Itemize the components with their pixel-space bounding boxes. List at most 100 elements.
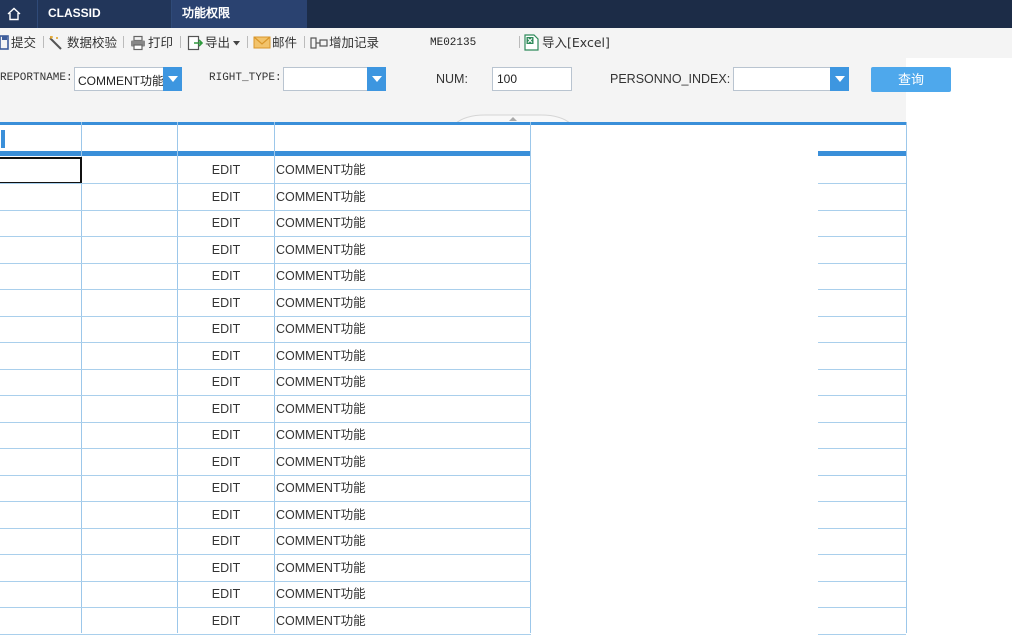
table-row[interactable]: EDIT COMMENT功能	[0, 528, 906, 555]
cell-right-type[interactable]: EDIT	[178, 210, 274, 236]
mail-icon	[253, 36, 271, 49]
reportname-dropdown-button[interactable]	[163, 67, 182, 91]
cell-right-type[interactable]: EDIT	[178, 184, 274, 210]
tab-function-permission[interactable]: 功能权限	[172, 0, 307, 28]
toolbar-divider	[247, 36, 248, 48]
cell-right-type[interactable]: EDIT	[178, 316, 274, 342]
cell-right-type[interactable]: EDIT	[178, 449, 274, 475]
cell-right-type[interactable]: EDIT	[178, 396, 274, 422]
data-grid: EDIT COMMENT功能 EDIT COMMENT功能 EDIT COMMENT功能 E…	[0, 122, 907, 635]
cell-right-type[interactable]: EDIT	[178, 555, 274, 581]
reportname-select[interactable]: COMMENT功能	[74, 67, 164, 91]
cell-right-type[interactable]: EDIT	[178, 237, 274, 263]
table-row[interactable]: EDIT COMMENT功能	[0, 449, 906, 476]
cell-reportname[interactable]: COMMENT功能	[276, 528, 526, 554]
num-label: NUM:	[436, 72, 468, 86]
cell-reportname[interactable]: COMMENT功能	[276, 475, 526, 501]
cell-right-type[interactable]: EDIT	[178, 422, 274, 448]
right-type-select[interactable]	[283, 67, 369, 91]
cell-right-type[interactable]: EDIT	[178, 475, 274, 501]
import-excel-label: 导入[Excel]	[542, 35, 610, 50]
table-row[interactable]: EDIT COMMENT功能	[0, 396, 906, 423]
cell-right-type[interactable]: EDIT	[178, 528, 274, 554]
personno-index-select[interactable]	[733, 67, 831, 91]
table-row[interactable]: EDIT COMMENT功能	[0, 343, 906, 370]
add-record-button[interactable]: 增加记录	[310, 28, 380, 58]
toolbar-divider	[304, 36, 305, 48]
column-divider	[906, 122, 907, 633]
cell-reportname[interactable]: COMMENT功能	[276, 210, 526, 236]
cell-reportname[interactable]: COMMENT功能	[276, 502, 526, 528]
mail-label: 邮件	[272, 35, 298, 50]
cell-reportname[interactable]: COMMENT功能	[276, 316, 526, 342]
home-icon	[7, 7, 21, 21]
table-row[interactable]: EDIT COMMENT功能	[0, 290, 906, 317]
table-row[interactable]: EDIT COMMENT功能	[0, 475, 906, 502]
printer-icon	[131, 35, 145, 51]
export-button[interactable]: 导出	[187, 28, 243, 58]
cell-reportname[interactable]: COMMENT功能	[276, 184, 526, 210]
cell-reportname[interactable]: COMMENT功能	[276, 581, 526, 607]
import-excel-button[interactable]: 导入[Excel]	[524, 28, 610, 58]
header-cell-cursor	[1, 130, 5, 148]
table-row[interactable]: EDIT COMMENT功能	[0, 608, 906, 635]
toolbar-divider	[123, 36, 124, 48]
cell-reportname[interactable]: COMMENT功能	[276, 237, 526, 263]
validate-label: 数据校验	[67, 35, 118, 50]
cell-right-type[interactable]: EDIT	[178, 263, 274, 289]
num-value: 100	[497, 72, 518, 86]
tab-classid[interactable]: CLASSID	[38, 0, 172, 28]
table-row[interactable]: EDIT COMMENT功能	[0, 237, 906, 264]
tab-home[interactable]	[0, 0, 38, 28]
cell-right-type[interactable]: EDIT	[178, 157, 274, 183]
table-row[interactable]: EDIT COMMENT功能	[0, 316, 906, 343]
grid-header	[0, 125, 906, 151]
reportname-value: COMMENT功能	[78, 74, 164, 88]
cell-reportname[interactable]: COMMENT功能	[276, 396, 526, 422]
submit-button[interactable]: 提交	[0, 28, 40, 58]
table-row[interactable]: EDIT COMMENT功能	[0, 502, 906, 529]
add-record-label: 增加记录	[329, 35, 380, 50]
export-label: 导出	[205, 35, 231, 50]
validate-button[interactable]: 数据校验	[48, 28, 118, 58]
toolbar-divider	[43, 36, 44, 48]
cell-reportname[interactable]: COMMENT功能	[276, 343, 526, 369]
chevron-down-icon	[233, 41, 240, 46]
wand-icon	[49, 36, 62, 50]
table-row[interactable]: EDIT COMMENT功能	[0, 581, 906, 608]
print-button[interactable]: 打印	[130, 28, 174, 58]
table-row[interactable]: EDIT COMMENT功能	[0, 555, 906, 582]
num-input[interactable]: 100	[492, 67, 572, 91]
cell-right-type[interactable]: EDIT	[178, 369, 274, 395]
cell-reportname[interactable]: COMMENT功能	[276, 422, 526, 448]
cell-reportname[interactable]: COMMENT功能	[276, 369, 526, 395]
personno-index-dropdown-button[interactable]	[830, 67, 849, 91]
table-row[interactable]: EDIT COMMENT功能	[0, 157, 906, 184]
cell-right-type[interactable]: EDIT	[178, 581, 274, 607]
submit-label: 提交	[11, 35, 37, 50]
table-row[interactable]: EDIT COMMENT功能	[0, 184, 906, 211]
export-icon	[187, 35, 203, 51]
table-row[interactable]: EDIT COMMENT功能	[0, 369, 906, 396]
right-type-label: RIGHT_TYPE:	[209, 72, 282, 84]
cell-right-type[interactable]: EDIT	[178, 608, 274, 634]
right-type-dropdown-button[interactable]	[367, 67, 386, 91]
cell-reportname[interactable]: COMMENT功能	[276, 263, 526, 289]
cell-reportname[interactable]: COMMENT功能	[276, 608, 526, 634]
table-row[interactable]: EDIT COMMENT功能	[0, 210, 906, 237]
cell-reportname[interactable]: COMMENT功能	[276, 449, 526, 475]
cell-right-type[interactable]: EDIT	[178, 290, 274, 316]
cell-reportname[interactable]: COMMENT功能	[276, 555, 526, 581]
report-code: ME02135	[430, 37, 477, 49]
cell-reportname[interactable]: COMMENT功能	[276, 290, 526, 316]
table-row[interactable]: EDIT COMMENT功能	[0, 263, 906, 290]
mail-button[interactable]: 邮件	[253, 28, 299, 58]
row-divider	[0, 633, 531, 635]
reportname-label: REPORTNAME:	[0, 72, 73, 84]
cell-right-type[interactable]: EDIT	[178, 343, 274, 369]
query-button[interactable]: 查询	[871, 67, 951, 92]
table-row[interactable]: EDIT COMMENT功能	[0, 422, 906, 449]
cell-right-type[interactable]: EDIT	[178, 502, 274, 528]
cell-reportname[interactable]: COMMENT功能	[276, 157, 526, 183]
toolbar-divider	[519, 36, 520, 48]
